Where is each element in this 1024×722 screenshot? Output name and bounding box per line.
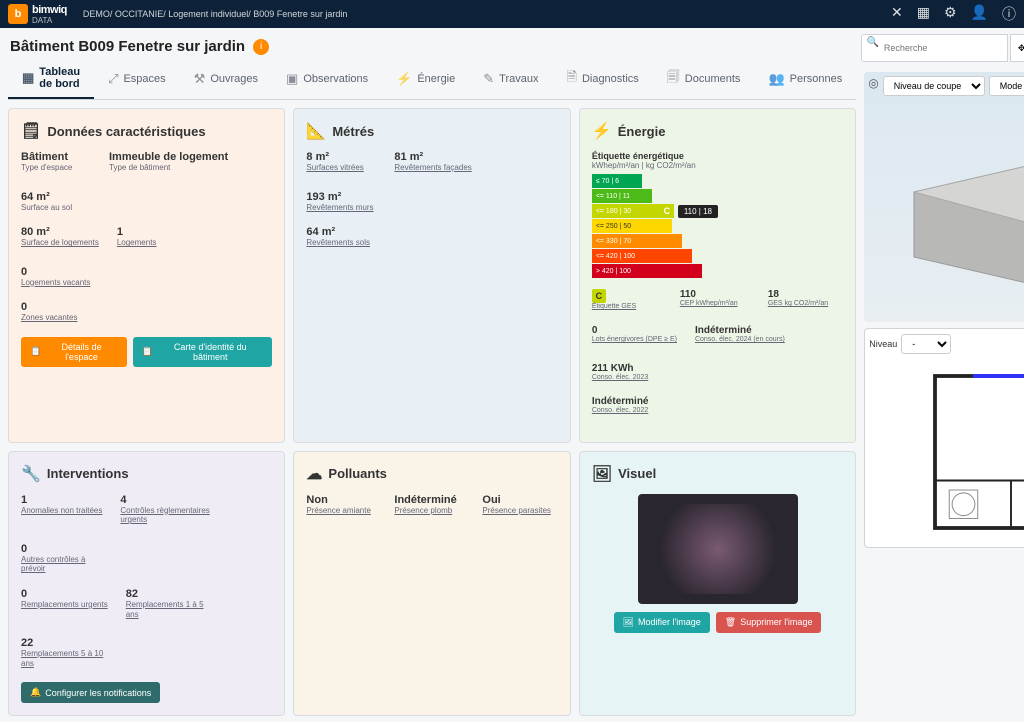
logo: b bimwiq DATA DEMO/ OCCITANIE/ Logement … bbox=[8, 4, 347, 25]
data-item[interactable]: 18GES kg CO2/m²/an bbox=[768, 289, 838, 311]
data-item[interactable]: 0Remplacements urgents bbox=[21, 588, 108, 619]
card-interventions: 🔧 Interventions 1Anomalies non traitées 4C… bbox=[8, 451, 285, 717]
data-item: BâtimentType d'espace bbox=[21, 151, 91, 173]
ruler-icon: 📐 bbox=[306, 121, 326, 141]
tab-énergie[interactable]: ⚡Énergie bbox=[382, 59, 469, 99]
modify-image-button[interactable]: 🖼 Modifier l'image bbox=[614, 612, 710, 633]
clipboard-icon: 🗒 bbox=[21, 121, 41, 141]
gear-icon[interactable]: ⚙ bbox=[944, 4, 957, 24]
data-item[interactable]: 0Lots énergivores (DPE ≥ E) bbox=[592, 325, 677, 344]
energy-bar-f: <= 420 | 100 bbox=[592, 249, 692, 263]
data-item[interactable]: 22Remplacements 5 à 10 ans bbox=[21, 637, 111, 668]
floorplan bbox=[869, 357, 1024, 547]
data-item[interactable]: 0Autres contrôles à prévoir bbox=[21, 543, 111, 574]
card-title: Énergie bbox=[618, 124, 666, 139]
viewer-3d[interactable]: ◎ Niveau de coupe Mode de sélection ◫ Is… bbox=[864, 72, 1024, 322]
card-visuel: 🖼 Visuel 🖼 Modifier l'image 🗑 Supprimer l… bbox=[579, 451, 856, 717]
data-item[interactable]: IndéterminéPrésence plomb bbox=[394, 494, 464, 516]
card-title: Métrés bbox=[332, 124, 374, 139]
energy-bar-a: ≤ 70 | 6 bbox=[592, 174, 642, 188]
flask-icon: ☁ bbox=[306, 464, 322, 484]
target-icon[interactable]: ◎ bbox=[868, 76, 878, 96]
info-icon[interactable]: ⓘ bbox=[1002, 4, 1016, 24]
mode-selection-select[interactable]: Mode de sélection bbox=[989, 76, 1024, 96]
logo-icon: b bbox=[8, 4, 28, 24]
tab-espaces[interactable]: ⤢Espaces bbox=[94, 59, 180, 99]
page-title: Bâtiment B009 Fenetre sur jardin bbox=[10, 38, 245, 55]
data-item[interactable]: 193 m²Revêtements murs bbox=[306, 191, 376, 213]
carte-identite-button[interactable]: 📋 Carte d'identité du bâtiment bbox=[133, 337, 272, 367]
energy-bar-d: <= 250 | 50 bbox=[592, 219, 672, 233]
data-item[interactable]: 211 KWhConso. élec. 2023 bbox=[592, 363, 662, 382]
data-item[interactable]: OuiPrésence parasites bbox=[482, 494, 552, 516]
data-item[interactable]: 0Logements vacants bbox=[21, 266, 91, 288]
tabs: ▦Tableau de bord⤢Espaces⚒Ouvrages▣Observ… bbox=[8, 59, 856, 100]
energy-bar-b: <= 110 | 11 bbox=[592, 189, 652, 203]
card-title: Données caractéristiques bbox=[47, 124, 205, 139]
search-icon: 🔍 bbox=[867, 37, 879, 48]
card-title: Interventions bbox=[47, 466, 129, 481]
energy-current-bubble: 110 | 18 bbox=[678, 205, 718, 218]
title-info-icon[interactable]: i bbox=[253, 39, 269, 55]
data-item[interactable]: 80 m²Surface de logements bbox=[21, 226, 99, 248]
viewer-2d-plan[interactable]: Niveau - 🔍 ⊞ bbox=[864, 328, 1024, 548]
energy-bar-c: <= 180 | 30 bbox=[592, 204, 662, 218]
data-item[interactable]: 81 m²Revêtements façades bbox=[394, 151, 471, 173]
card-polluants: ☁ Polluants NonPrésence amiante Indétermin… bbox=[293, 451, 570, 717]
data-item[interactable]: 82Remplacements 1 à 5 ans bbox=[126, 588, 216, 619]
data-item[interactable]: IndéterminéConso. élec. 2024 (en cours) bbox=[695, 325, 785, 344]
logo-sub: DATA bbox=[32, 16, 67, 25]
bolt-icon: ⚡ bbox=[592, 121, 612, 141]
data-item[interactable]: 8 m²Surfaces vitrées bbox=[306, 151, 376, 173]
data-item: Immeuble de logementType de bâtiment bbox=[109, 151, 228, 173]
tools-icon[interactable]: ✕ bbox=[891, 4, 903, 24]
card-energie: ⚡ Énergie Étiquette énergétique kWhep/m²/… bbox=[579, 108, 856, 443]
wrench-icon: 🔧 bbox=[21, 464, 41, 484]
tab-tableau-de-bord[interactable]: ▦Tableau de bord bbox=[8, 59, 94, 99]
tab-observations[interactable]: ▣Observations bbox=[272, 59, 382, 99]
data-item[interactable]: CÉtiquette GES bbox=[592, 289, 662, 311]
energy-bar-g: > 420 | 100 bbox=[592, 264, 702, 278]
search-input[interactable] bbox=[861, 34, 1008, 62]
building-3d-model bbox=[894, 132, 1024, 292]
grid-icon[interactable]: ▦ bbox=[917, 4, 930, 24]
data-item: 64 m²Surface au sol bbox=[21, 191, 91, 213]
niveau-select[interactable]: - bbox=[901, 334, 951, 354]
energy-label: Étiquette énergétique bbox=[592, 151, 843, 161]
breadcrumb[interactable]: DEMO/ OCCITANIE/ Logement individuel/ B0… bbox=[83, 9, 347, 19]
nav-mode-button[interactable]: ✥ Navigation bbox=[1010, 34, 1024, 62]
data-item[interactable]: 4Contrôles règlementaires urgents bbox=[120, 494, 210, 525]
tab-diagnostics[interactable]: 🗎Diagnostics bbox=[552, 59, 652, 99]
data-item[interactable]: NonPrésence amiante bbox=[306, 494, 376, 516]
data-item[interactable]: 1Anomalies non traitées bbox=[21, 494, 102, 525]
tab-travaux[interactable]: ✎Travaux bbox=[469, 59, 552, 99]
data-item[interactable]: 110CEP kWhep/m²/an bbox=[680, 289, 750, 311]
energy-unit: kWhep/m²/an | kg CO2/m²/an bbox=[592, 161, 843, 170]
delete-image-button[interactable]: 🗑 Supprimer l'image bbox=[716, 612, 822, 633]
data-item[interactable]: IndéterminéConso. élec. 2022 bbox=[592, 396, 662, 415]
tab-ouvrages[interactable]: ⚒Ouvrages bbox=[180, 59, 272, 99]
card-metres: 📐 Métrés 8 m²Surfaces vitrées 81 m²Revêtem… bbox=[293, 108, 570, 443]
logo-brand: bimwiq bbox=[32, 4, 67, 16]
image-icon: 🖼 bbox=[592, 464, 612, 484]
energy-bar-e: <= 330 | 70 bbox=[592, 234, 682, 248]
card-title: Visuel bbox=[618, 466, 656, 481]
card-donnees: 🗒 Données caractéristiques BâtimentType d… bbox=[8, 108, 285, 443]
niveau-coupe-select[interactable]: Niveau de coupe bbox=[883, 76, 985, 96]
tab-personnes[interactable]: 👥Personnes bbox=[754, 59, 856, 99]
card-title: Polluants bbox=[328, 466, 387, 481]
visual-thumbnail[interactable] bbox=[638, 494, 798, 604]
tab-documents[interactable]: 🗐Documents bbox=[653, 59, 755, 99]
niveau-label: Niveau bbox=[869, 339, 897, 349]
configure-notifications-button[interactable]: 🔔 Configurer les notifications bbox=[21, 682, 160, 703]
espace-details-button[interactable]: 📋 Détails de l'espace bbox=[21, 337, 127, 367]
data-item[interactable]: 0Zones vacantes bbox=[21, 301, 91, 323]
energy-bars: ≤ 70 | 6<= 110 | 11<= 180 | 30C110 | 18<… bbox=[592, 174, 843, 279]
user-icon[interactable]: 👤 bbox=[971, 4, 988, 24]
data-item[interactable]: 1Logements bbox=[117, 226, 187, 248]
data-item[interactable]: 64 m²Revêtements sols bbox=[306, 226, 376, 248]
